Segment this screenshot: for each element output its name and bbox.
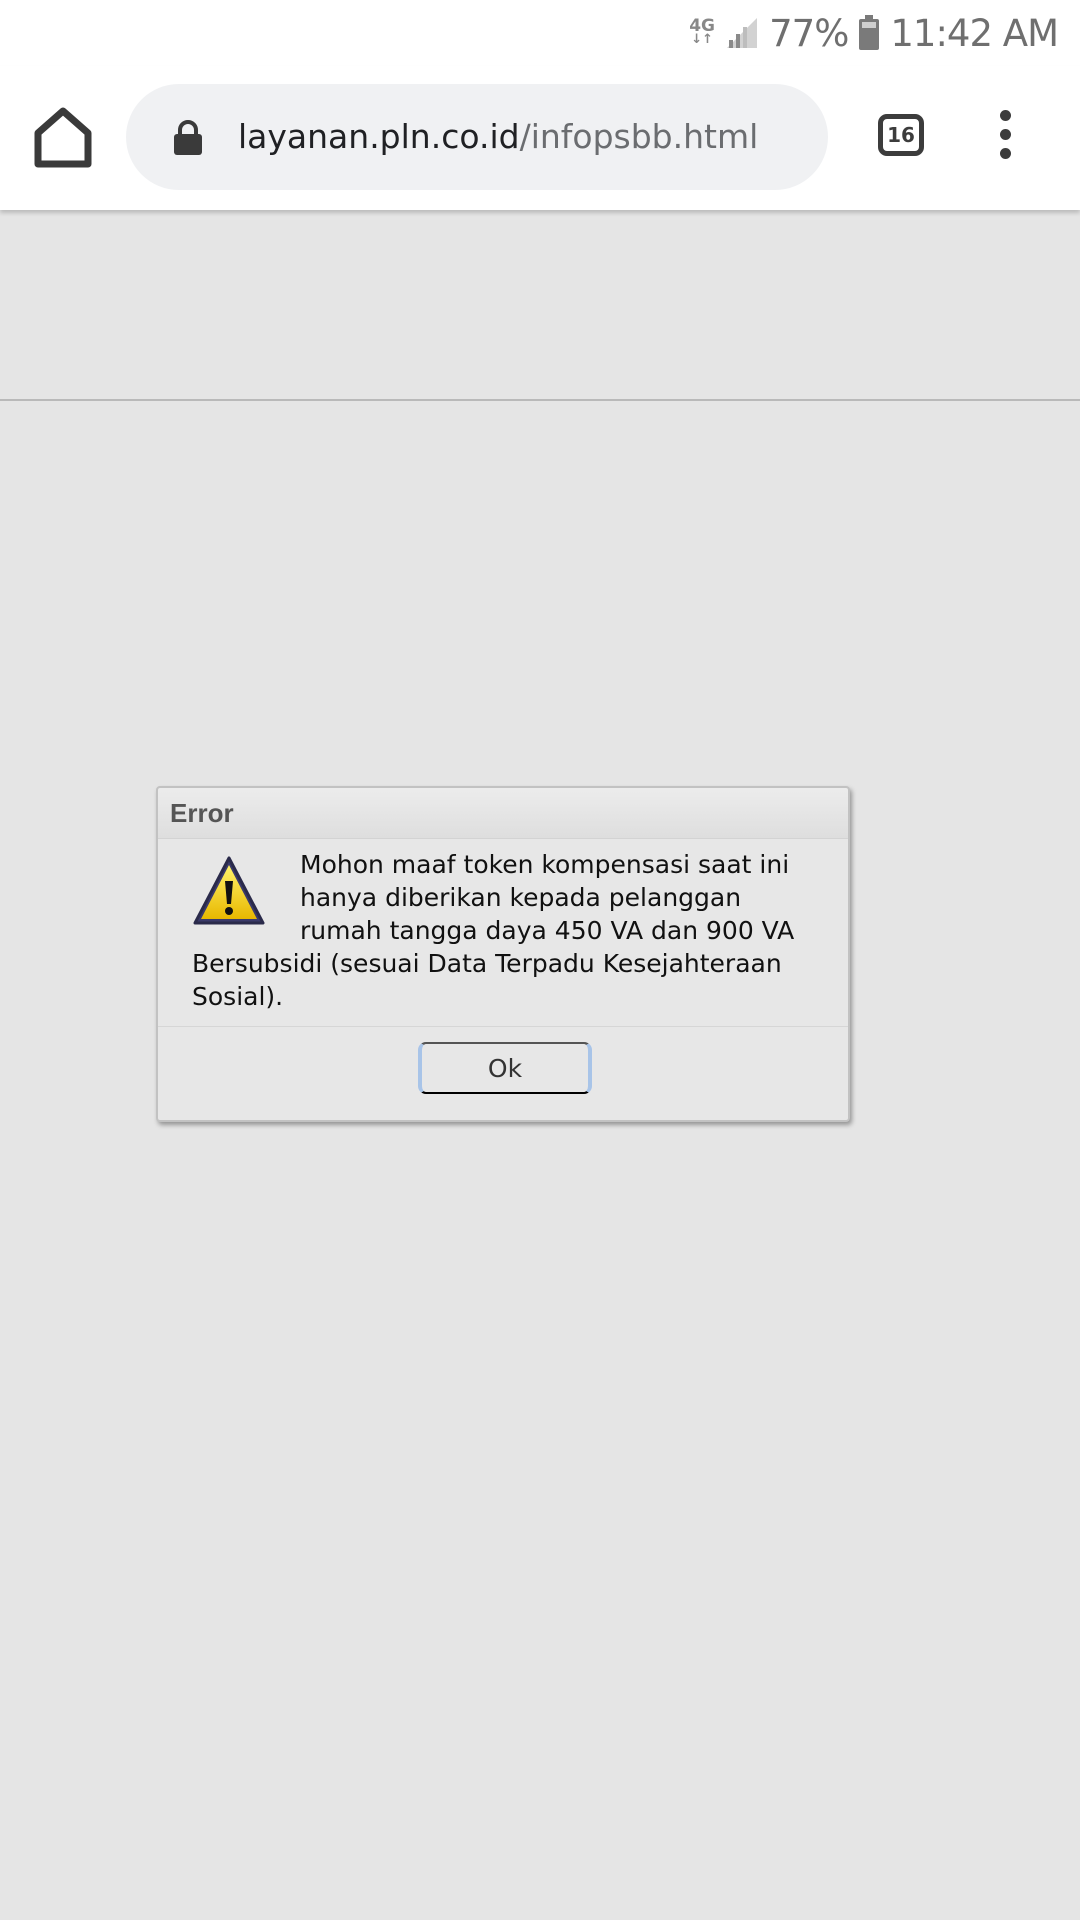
status-indicators: 4G ↓↑ 77% 11:42 AM xyxy=(689,8,1059,58)
status-bar: 4G ↓↑ 77% 11:42 AM xyxy=(0,0,1080,66)
battery-percent: 77% xyxy=(769,11,849,55)
tab-switcher-button[interactable]: 16 xyxy=(878,114,924,156)
network-arrows: ↓↑ xyxy=(691,32,714,47)
menu-dot xyxy=(1000,148,1011,159)
lock-icon xyxy=(174,120,202,155)
url-text[interactable]: layanan.pln.co.id/infopsbb.html xyxy=(238,114,758,160)
cell-signal-icon xyxy=(727,18,758,48)
browser-toolbar: layanan.pln.co.id/infopsbb.html 16 xyxy=(0,66,1080,210)
ok-button[interactable]: Ok xyxy=(418,1042,592,1094)
home-icon xyxy=(34,107,92,168)
address-bar[interactable]: layanan.pln.co.id/infopsbb.html xyxy=(126,84,828,190)
dialog-title: Error xyxy=(170,798,234,828)
dialog-titlebar: Error xyxy=(158,788,848,839)
error-dialog: Error Mohon maaf token kompensasi saat i… xyxy=(156,786,850,1122)
url-host: layanan.pln.co.id xyxy=(238,117,520,156)
url-path: /infopsbb.html xyxy=(519,117,759,156)
dialog-message: Mohon maaf token kompensasi saat ini han… xyxy=(192,850,795,1011)
home-button[interactable] xyxy=(30,106,96,170)
battery-icon xyxy=(859,15,880,50)
clock: 11:42 AM xyxy=(890,11,1059,55)
network-indicator: 4G ↓↑ xyxy=(689,18,715,47)
more-vert-icon[interactable] xyxy=(992,110,1020,162)
dialog-button-pane: Ok xyxy=(158,1026,848,1121)
menu-dot xyxy=(1000,129,1011,140)
page-divider xyxy=(0,399,1080,401)
menu-dot xyxy=(1000,110,1011,121)
